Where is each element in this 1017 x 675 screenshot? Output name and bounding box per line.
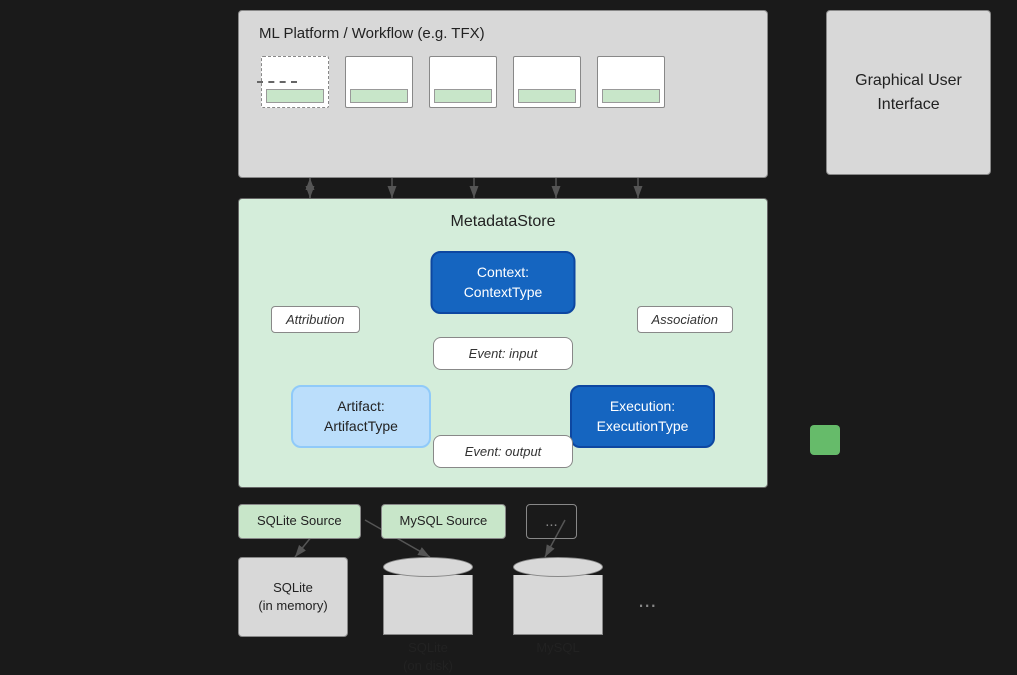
ml-component-2 [427, 56, 499, 108]
artifact-box: Artifact:ArtifactType [291, 385, 431, 448]
sqlite-disk-db: SQLite(on disk) [378, 557, 478, 675]
metadata-title: MetadataStore [451, 213, 556, 231]
cylinder-body-2 [513, 575, 603, 635]
ml-component-green [266, 89, 324, 103]
artifact-label: Artifact:ArtifactType [324, 398, 398, 434]
ml-component-box-3 [513, 56, 581, 108]
context-label: Context:ContextType [464, 264, 543, 300]
ml-component-green-1 [350, 89, 408, 103]
execution-label: Execution:ExecutionType [597, 398, 689, 434]
association-label: Association [637, 306, 733, 333]
ml-components [259, 56, 667, 108]
ml-component-box-1 [345, 56, 413, 108]
source-dots-box: ... [526, 504, 577, 539]
execution-box: Execution:ExecutionType [570, 385, 715, 448]
source-boxes: SQLite Source MySQL Source ... [238, 504, 577, 539]
diagram: ML Platform / Workflow (e.g. TFX) [0, 0, 1017, 663]
ml-component-green-2 [434, 89, 492, 103]
cylinder-top-2 [513, 557, 603, 577]
gui-title: Graphical User Interface [827, 69, 990, 117]
sqlite-disk-label: SQLite(on disk) [403, 639, 453, 675]
event-output-label: Event: output [465, 444, 542, 459]
cylinder-top-1 [383, 557, 473, 577]
ml-component-box-4 [597, 56, 665, 108]
ml-component-green-3 [518, 89, 576, 103]
sqlite-source-box: SQLite Source [238, 504, 361, 539]
event-output-box: Event: output [433, 435, 573, 468]
ml-platform-box: ML Platform / Workflow (e.g. TFX) [238, 10, 768, 178]
ml-component-4 [595, 56, 667, 108]
sqlite-memory-db: SQLite(in memory) [238, 557, 348, 637]
ml-component-box-2 [429, 56, 497, 108]
mysql-source-box: MySQL Source [381, 504, 507, 539]
ml-component-3 [511, 56, 583, 108]
metadata-box: MetadataStore Context:ContextType Attrib… [238, 198, 768, 488]
dashed-line [257, 81, 297, 83]
context-box: Context:ContextType [431, 251, 576, 314]
db-dots: ... [638, 587, 656, 613]
mysql-label: MySQL [536, 639, 579, 657]
databases-row: SQLite(in memory) SQLite(on disk) MySQL … [238, 557, 656, 675]
cylinder-body-1 [383, 575, 473, 635]
ml-component-1 [343, 56, 415, 108]
event-input-box: Event: input [433, 337, 573, 370]
green-indicator [810, 425, 840, 455]
ml-platform-title: ML Platform / Workflow (e.g. TFX) [259, 25, 485, 42]
event-input-label: Event: input [469, 346, 538, 361]
sqlite-memory-label: SQLite(in memory) [258, 579, 327, 615]
attribution-label: Attribution [271, 306, 360, 333]
ml-component-green-4 [602, 89, 660, 103]
gui-box: Graphical User Interface [826, 10, 991, 175]
mysql-db: MySQL [508, 557, 608, 657]
